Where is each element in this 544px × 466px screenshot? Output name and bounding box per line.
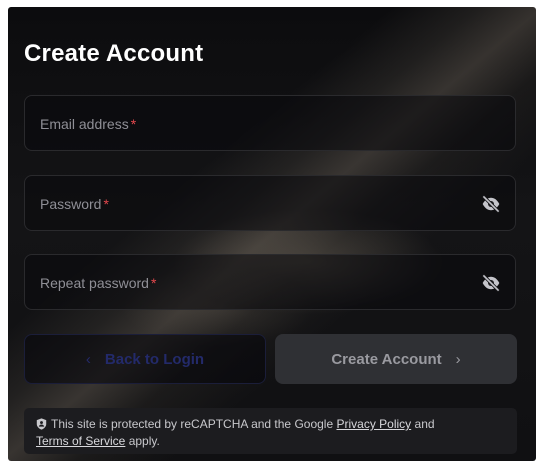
recaptcha-notice: This site is protected by reCAPTCHA and …	[24, 408, 517, 454]
shield-icon	[36, 418, 47, 430]
create-account-label: Create Account	[331, 350, 442, 368]
chevron-right-icon: ›	[455, 350, 461, 368]
terms-of-service-link[interactable]: Terms of Service	[36, 434, 125, 448]
eye-off-icon[interactable]	[481, 194, 501, 214]
email-field[interactable]: Email address *	[24, 95, 516, 151]
repeat-password-field[interactable]: Repeat password *	[24, 254, 516, 310]
required-asterisk: *	[103, 196, 109, 212]
back-to-login-label: Back to Login	[104, 350, 205, 368]
recaptcha-text-and: and	[414, 417, 435, 431]
chevron-left-icon: ‹	[85, 350, 91, 368]
password-field-label: Password *	[40, 196, 109, 212]
page-title: Create Account	[24, 40, 204, 67]
eye-off-icon[interactable]	[481, 273, 501, 293]
email-field-label: Email address *	[40, 116, 137, 132]
password-field[interactable]: Password *	[24, 175, 516, 231]
required-asterisk: *	[130, 116, 137, 132]
back-to-login-button[interactable]: ‹ Back to Login	[24, 334, 266, 384]
required-asterisk: *	[150, 275, 157, 291]
recaptcha-text: This site is protected by reCAPTCHA and …	[51, 417, 334, 431]
create-account-button[interactable]: Create Account ›	[275, 334, 517, 384]
create-account-panel: Create Account Email address * Password * …	[8, 7, 536, 461]
repeat-password-field-label: Repeat password *	[40, 275, 157, 291]
privacy-policy-link[interactable]: Privacy Policy	[336, 417, 411, 431]
recaptcha-text-apply: apply.	[128, 434, 160, 448]
